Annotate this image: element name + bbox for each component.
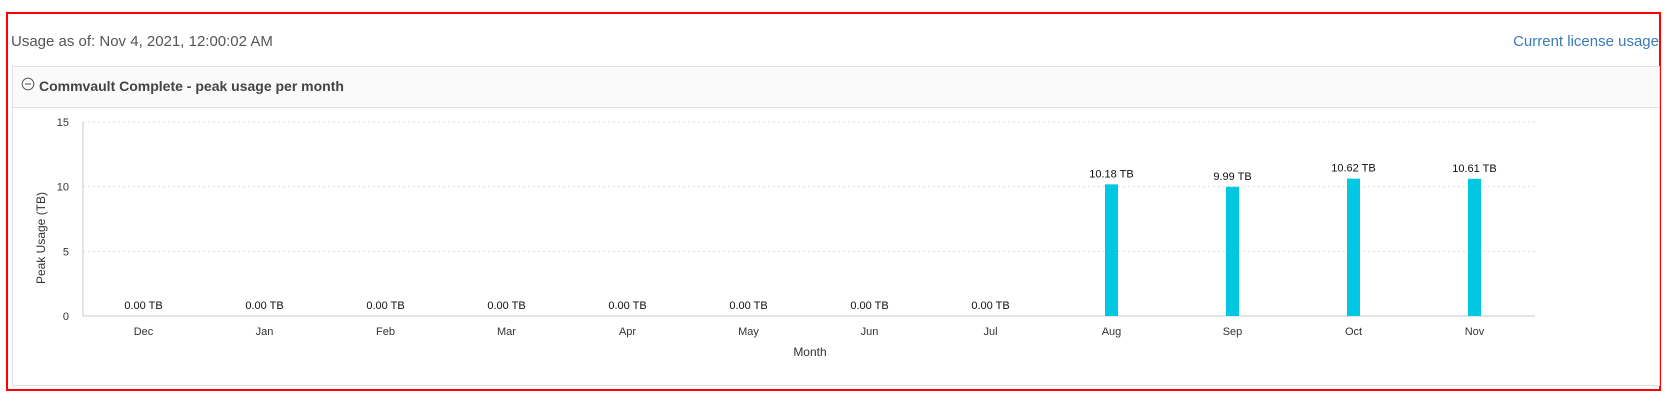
data-label: 0.00 TB <box>971 300 1009 312</box>
y-tick-label: 10 <box>57 182 69 194</box>
x-tick-label: Nov <box>1465 326 1485 338</box>
panel-title: Commvault Complete - peak usage per mont… <box>39 78 344 94</box>
data-label: 0.00 TB <box>608 300 646 312</box>
y-tick-label: 5 <box>63 246 69 258</box>
x-tick-label: Feb <box>376 326 395 338</box>
peak-usage-bar-chart: 0 5 10 15 Dec Jan Feb Mar Apr May Jun Jul Aug Sep Oct N… <box>34 117 1535 359</box>
x-tick-label: Jul <box>983 326 997 338</box>
data-label: 0.00 TB <box>850 300 888 312</box>
x-tick-label: Dec <box>134 326 154 338</box>
x-tick-label: Jun <box>861 326 879 338</box>
bar-sep[interactable] <box>1226 186 1239 316</box>
bar-aug[interactable] <box>1105 184 1118 316</box>
data-label: 10.62 TB <box>1331 163 1375 175</box>
bar-nov[interactable] <box>1468 178 1481 316</box>
x-tick-label: Sep <box>1223 326 1243 338</box>
x-axis-label: Month <box>793 345 826 359</box>
bar-oct[interactable] <box>1347 178 1360 316</box>
x-tick-label: Apr <box>619 326 636 338</box>
x-tick-label: Jan <box>256 326 274 338</box>
data-label: 0.00 TB <box>729 300 767 312</box>
data-label: 0.00 TB <box>245 300 283 312</box>
collapse-circle-minus-icon[interactable] <box>21 77 35 91</box>
x-tick-label: Mar <box>497 326 516 338</box>
y-axis-label: Peak Usage (TB) <box>34 192 48 284</box>
x-tick-label: May <box>738 326 759 338</box>
x-tick-label: Aug <box>1102 326 1122 338</box>
data-label: 10.18 TB <box>1089 168 1133 180</box>
y-tick-label: 15 <box>57 117 69 129</box>
y-tick-label: 0 <box>63 311 69 323</box>
data-label: 0.00 TB <box>487 300 525 312</box>
usage-as-of-text: Usage as of: Nov 4, 2021, 12:00:02 AM <box>11 33 273 50</box>
data-label: 0.00 TB <box>124 300 162 312</box>
current-license-usage-link[interactable]: Current license usage <box>1513 33 1659 50</box>
data-label: 9.99 TB <box>1213 171 1251 183</box>
panel-header: Commvault Complete - peak usage per mont… <box>13 67 1659 108</box>
x-tick-label: Oct <box>1345 326 1362 338</box>
data-label: 0.00 TB <box>366 300 404 312</box>
data-label: 10.61 TB <box>1452 163 1496 175</box>
